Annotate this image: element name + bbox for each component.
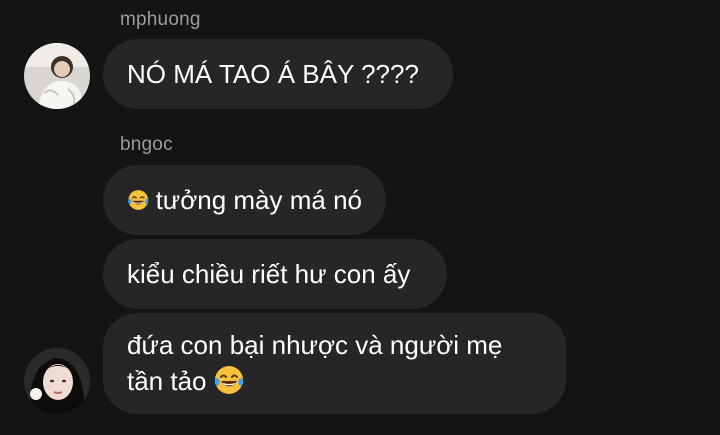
avatar-mphuong[interactable] (24, 43, 90, 109)
message-text-line: tần tảo (127, 366, 207, 396)
message-text-line: đứa con bại nhược và người mẹ (127, 330, 503, 360)
message-bubble[interactable]: đứa con bại nhược và người mẹ tần tảo (103, 313, 566, 414)
sender-name-mphuong: mphuong (120, 9, 201, 30)
face-with-tears-of-joy-icon (128, 190, 149, 210)
avatar-photo-icon (24, 348, 90, 414)
avatar-photo-icon (24, 43, 90, 109)
message-bubble[interactable]: NÓ MÁ TAO Á BÂY ???? (103, 39, 453, 109)
message-text: tưởng mày má nó (155, 185, 362, 215)
message-text: kiểu chiều riết hư con ấy (127, 259, 411, 289)
message-text: NÓ MÁ TAO Á BÂY ???? (127, 59, 419, 89)
face-with-tears-of-joy-icon (214, 366, 243, 394)
message-bubble[interactable]: kiểu chiều riết hư con ấy (103, 239, 447, 309)
message-bubble[interactable]: tưởng mày má nó (103, 165, 386, 235)
avatar-bngoc[interactable] (24, 348, 90, 414)
sender-name-bngoc: bngoc (120, 134, 173, 155)
